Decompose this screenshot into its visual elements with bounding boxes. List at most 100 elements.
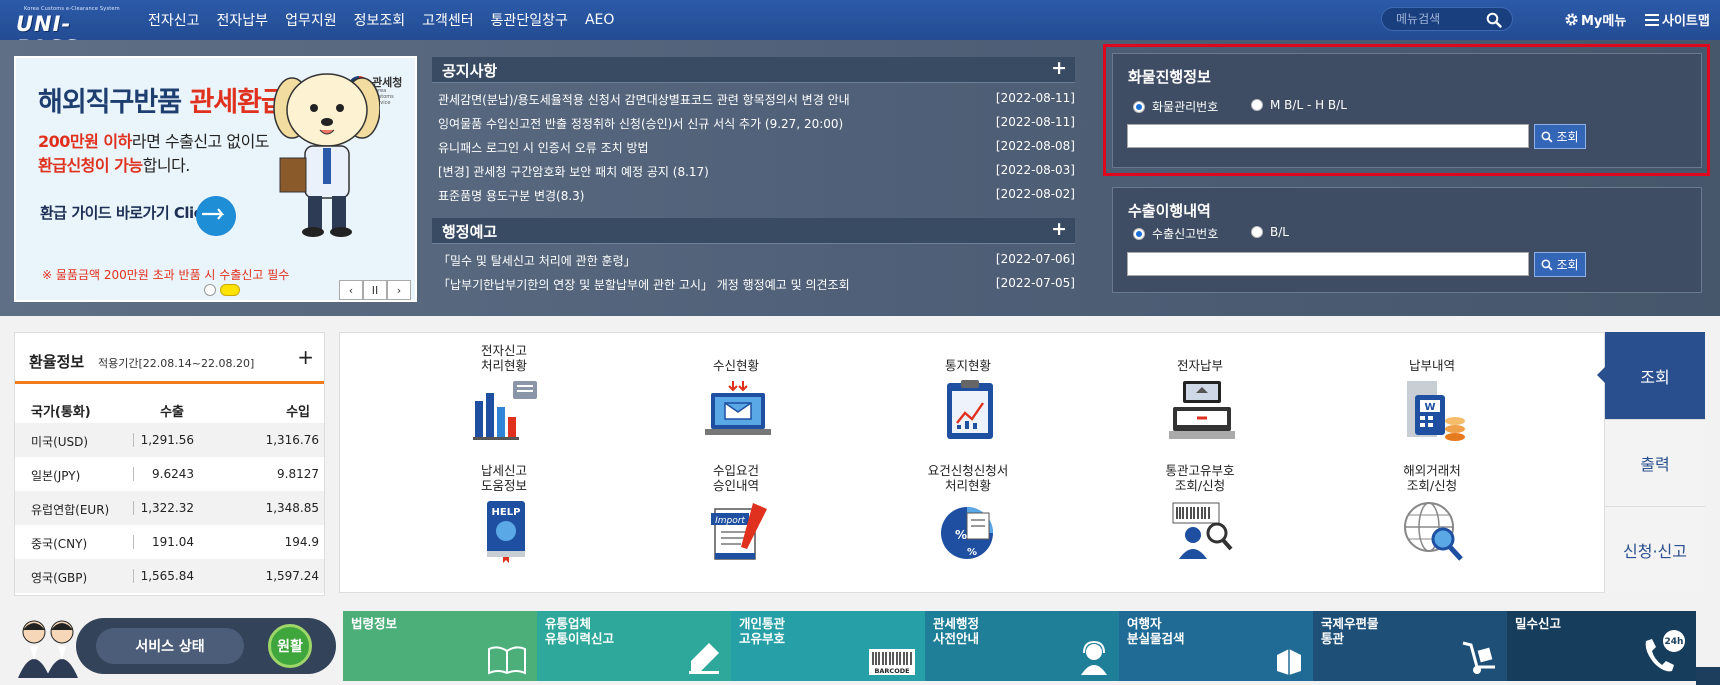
mascot-dog-illustration: [273, 73, 380, 237]
service-status-widget: 서비스 상태 원활: [14, 612, 336, 682]
service-payment-history[interactable]: 납부내역 W: [1352, 341, 1512, 461]
exchange-divider: [15, 381, 324, 384]
export-history-panel: 수출이행내역 수출신고번호 B/L 조회: [1112, 187, 1702, 293]
tab-pointer: [1597, 367, 1605, 383]
banner-next-button[interactable]: ›: [387, 280, 411, 300]
banner-pause-button[interactable]: II: [363, 280, 387, 300]
notice-board: 공지사항 + 관세감면(분납)/용도세율적용 신청서 감면대상별표코드 관련 항…: [432, 57, 1075, 207]
svg-text:BARCODE: BARCODE: [874, 667, 909, 675]
hamburger-icon: [1645, 13, 1659, 26]
tile-legal-info[interactable]: 법령정보: [343, 611, 537, 681]
banner-guide-link[interactable]: 환급 가이드 바로가기 Click!!: [36, 194, 236, 236]
service-receipt-status[interactable]: 수신현황: [656, 341, 816, 461]
staff-characters-illustration: [18, 620, 78, 678]
phone-24h-icon: 24h: [1645, 630, 1685, 672]
tile-smuggling-report[interactable]: 밀수신고 24h: [1507, 611, 1696, 681]
my-menu-button[interactable]: My메뉴: [1564, 10, 1626, 29]
admin-notice-board: 행정예고 + 「밀수 및 탈세신고 처리에 관한 훈령」 [2022-07-06]…: [432, 218, 1075, 298]
tile-lost-item-search[interactable]: 여행자 분실물검색: [1119, 611, 1313, 681]
radio-selected-icon: [1133, 227, 1145, 240]
tile-personal-customs-code[interactable]: 개인통관 고유부호 BARCODE: [731, 611, 925, 681]
quick-service-grid: 전자신고 처리현황 수신현황 통지현황 전자납부 납부내역 W 납세신고 도움정…: [339, 332, 1605, 593]
menu-item-e-declaration[interactable]: 전자신고: [148, 10, 200, 30]
service-import-approval[interactable]: 수입요건 승인내역 Import: [656, 461, 816, 581]
notice-item[interactable]: [변경] 관세청 구간암호화 보안 패치 예정 공지 (8.17) [2022-0…: [438, 161, 1075, 181]
globe-search-icon: [1404, 502, 1463, 561]
notice-item[interactable]: 유니패스 로그인 시 인증서 오류 조치 방법 [2022-08-08]: [438, 137, 1075, 157]
exchange-row: 중국(CNY) 191.04 194.9: [31, 535, 319, 551]
service-requirement-status[interactable]: 요건신청신청서 처리현황 %%: [888, 461, 1048, 581]
banner-controls: ‹ II ›: [339, 280, 411, 300]
menu-item-e-payment[interactable]: 전자납부: [217, 10, 269, 30]
admin-notice-header: 행정예고 +: [432, 218, 1075, 244]
hand-truck-icon: [1462, 641, 1495, 674]
search-icon[interactable]: [1486, 12, 1502, 28]
pen-icon: [689, 643, 719, 674]
export-search-button[interactable]: 조회: [1534, 252, 1586, 277]
exchange-row: 영국(GBP) 1,565.84 1,597.24: [15, 559, 324, 593]
banner-note: ※ 물품금액 200만원 초과 반품 시 수출신고 필수: [42, 268, 290, 282]
tile-customs-guide[interactable]: 관세행정 사전안내: [925, 611, 1119, 681]
menu-item-single-window[interactable]: 통관단일창구: [491, 10, 568, 30]
exchange-row: 일본(JPY) 9.6243 9.8127: [31, 467, 319, 483]
menu-item-info-inquiry[interactable]: 정보조회: [354, 10, 406, 30]
service-status-value: 원활: [268, 624, 312, 668]
admin-notice-item[interactable]: 「납부기한납부기한의 연장 및 분할납부에 관한 고시」 개정 행정예고 및 의…: [438, 274, 1075, 294]
barcode-search-icon: [1172, 502, 1233, 559]
my-menu-label: My메뉴: [1581, 14, 1627, 29]
gear-icon: [1565, 13, 1578, 26]
help-book-icon: HELP: [487, 501, 525, 563]
svg-text:Import: Import: [715, 516, 745, 526]
exchange-row: 유럽연합(EUR) 1,322.32 1,348.85: [15, 491, 324, 525]
service-customs-code-inquiry[interactable]: 통관고유부호 조회/신청: [1120, 461, 1280, 581]
sitemap-label: 사이트맵: [1662, 14, 1710, 29]
keyboard-terminal-icon: [1169, 381, 1235, 439]
banner-prev-button[interactable]: ‹: [339, 280, 363, 300]
export-radio-decl-no[interactable]: 수출신고번호: [1133, 225, 1218, 242]
tab-apply-declare[interactable]: 신청·신고: [1605, 506, 1705, 593]
barcode-icon: BARCODE: [869, 649, 915, 675]
exchange-more-button[interactable]: +: [297, 345, 314, 369]
exchange-table-header: 국가(통화) 수출 수입: [31, 405, 310, 420]
clipboard-chart-icon: [947, 380, 993, 439]
exchange-rate-panel: 환율정보 적용기간[22.08.14~22.08.20] + 국가(통화) 수출…: [14, 332, 325, 596]
admin-notice-title: 행정예고: [442, 223, 498, 241]
notice-title: 공지사항: [442, 62, 498, 80]
cargo-panel-highlight: [1103, 44, 1710, 176]
menu-search-box: [1381, 7, 1513, 31]
service-overseas-partner-inquiry[interactable]: 해외거래처 조회/신청: [1352, 461, 1512, 581]
tile-intl-postal-customs[interactable]: 국제우편물 통관: [1313, 611, 1507, 681]
service-e-payment[interactable]: 전자납부: [1120, 341, 1280, 461]
service-e-declaration-status[interactable]: 전자신고 처리현황: [424, 341, 584, 461]
notice-item[interactable]: 관세감면(분납)/용도세율적용 신청서 감면대상별표코드 관련 항목정의서 변경…: [438, 89, 1075, 109]
service-notice-status[interactable]: 통지현황: [888, 341, 1048, 461]
export-title: 수출이행내역: [1128, 202, 1211, 220]
menu-item-work-support[interactable]: 업무지원: [285, 10, 337, 30]
svg-text:HELP: HELP: [492, 507, 521, 518]
banner-dot-2[interactable]: [220, 284, 240, 296]
sitemap-button[interactable]: 사이트맵: [1645, 10, 1710, 29]
service-tabs: 조회 출력 신청·신고: [1605, 332, 1705, 593]
luggage-icon: [1277, 649, 1301, 675]
percent-chart-icon: %%: [941, 507, 993, 559]
top-navigation-bar: Korea Customs e-Clearance System UNI-PAS…: [0, 0, 1720, 60]
notice-more-button[interactable]: +: [1051, 57, 1067, 79]
export-number-input[interactable]: [1127, 252, 1529, 276]
svg-text:%: %: [967, 547, 977, 558]
admin-notice-more-button[interactable]: +: [1051, 218, 1067, 240]
exchange-row: 미국(USD) 1,291.56 1,316.76: [15, 423, 324, 457]
notice-item[interactable]: 잉여물품 수입신고전 반출 정정취하 신청(승인)서 신규 서식 추가 (9.2…: [438, 113, 1075, 133]
unipass-logo[interactable]: Korea Customs e-Clearance System UNI-PAS…: [14, 2, 120, 60]
tab-inquiry[interactable]: 조회: [1605, 332, 1705, 419]
import-document-icon: Import: [711, 503, 767, 560]
tile-distribution-report[interactable]: 유통업체 유통이력신고: [537, 611, 731, 681]
menu-item-aeo[interactable]: AEO: [585, 12, 614, 28]
notice-item[interactable]: 표준품명 용도구분 변경(8.3) [2022-08-02]: [438, 185, 1075, 205]
menu-search-input[interactable]: [1394, 10, 1489, 28]
banner-dot-1[interactable]: [204, 284, 216, 296]
export-radio-bl[interactable]: B/L: [1251, 225, 1289, 239]
admin-notice-item[interactable]: 「밀수 및 탈세신고 처리에 관한 훈령」 [2022-07-06]: [438, 250, 1075, 270]
menu-item-customer-center[interactable]: 고객센터: [422, 10, 474, 30]
tab-print[interactable]: 출력: [1605, 419, 1705, 506]
service-tax-help-info[interactable]: 납세신고 도움정보 HELP: [424, 461, 584, 581]
